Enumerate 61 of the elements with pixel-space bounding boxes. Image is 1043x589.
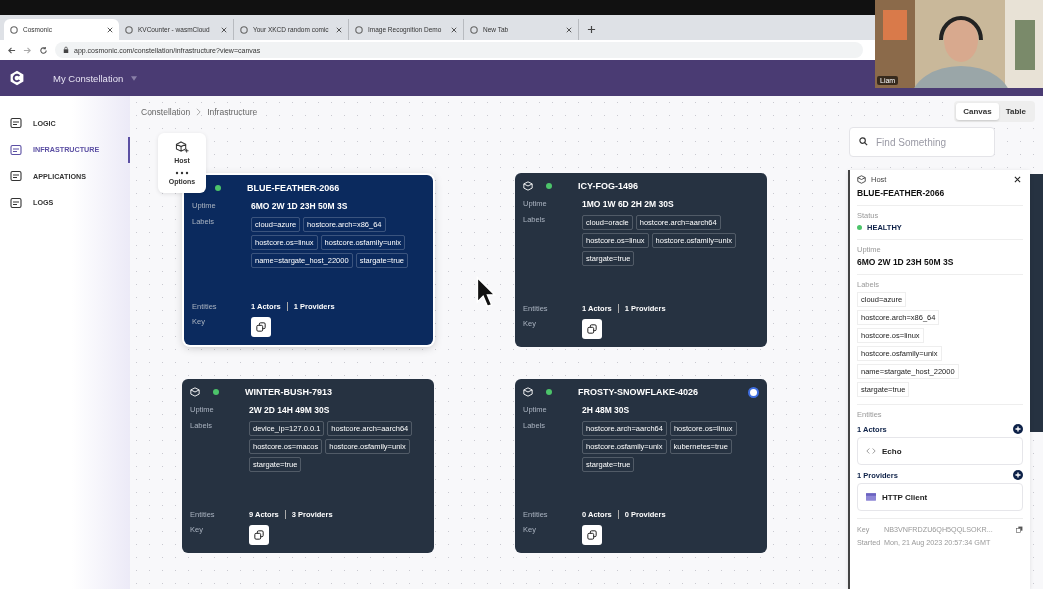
new-tab-icon[interactable] — [587, 25, 596, 34]
breadcrumb-link[interactable]: Constellation — [141, 106, 191, 117]
back-icon[interactable] — [7, 45, 16, 55]
caret-icon[interactable] — [131, 75, 138, 81]
logo-icon[interactable] — [9, 70, 25, 86]
pointer-cursor-icon — [476, 276, 496, 308]
status-dot — [546, 389, 552, 395]
uptime-value: 2H 48M 30S — [582, 405, 630, 415]
add-icon[interactable] — [1013, 470, 1023, 480]
nav-icon — [10, 196, 22, 209]
ellipsis-icon — [175, 171, 189, 176]
status-dot — [546, 183, 552, 189]
copy-button[interactable] — [582, 525, 602, 545]
add-icon[interactable] — [1013, 424, 1023, 434]
close-icon[interactable] — [566, 26, 572, 33]
nav-icon — [10, 117, 22, 130]
uptime-value: 1MO 1W 6D 2H 2M 30S — [582, 199, 674, 209]
breadcrumb-link[interactable]: Infrastructure — [207, 106, 258, 117]
search-field[interactable]: Find Something — [849, 127, 995, 157]
cube-icon — [523, 387, 533, 397]
copy-button[interactable] — [251, 317, 271, 337]
copy-button[interactable] — [249, 525, 269, 545]
close-icon[interactable] — [451, 26, 457, 33]
host-name: BLUE-FEATHER-2066 — [857, 188, 946, 198]
nav-icon — [10, 170, 22, 183]
copy-icon — [254, 530, 264, 540]
actor-item[interactable]: Echo — [857, 437, 1023, 465]
window-icon — [866, 493, 876, 501]
cube-icon — [857, 175, 866, 184]
host-name: BLUE-FEATHER-2066 — [247, 183, 341, 193]
host-name: ICY-FOG-1496 — [578, 181, 640, 191]
close-icon[interactable] — [1014, 176, 1021, 183]
uptime-value: 2W 2D 14H 49M 30S — [249, 405, 330, 415]
status-dot — [215, 185, 221, 191]
chevron-icon — [196, 107, 202, 116]
copy-button[interactable] — [582, 319, 602, 339]
copy-icon — [587, 324, 597, 334]
nav-icon — [10, 143, 22, 156]
host-name: FROSTY-SNOWFLAKE-4026 — [578, 387, 699, 397]
cube-icon — [190, 387, 200, 397]
view-tab[interactable]: Canvas — [956, 103, 999, 120]
copy-icon[interactable] — [1016, 526, 1023, 533]
reload-icon[interactable] — [39, 45, 48, 55]
uptime-value: 6MO 2W 1D 23H 50M 3S — [251, 201, 348, 211]
cube-icon — [523, 181, 533, 191]
status-dot — [857, 225, 862, 230]
uptime-value: 6MO 2W 1D 23H 50M 3S — [857, 257, 955, 267]
copy-icon — [587, 530, 597, 540]
close-icon[interactable] — [336, 26, 342, 33]
copy-icon — [256, 322, 266, 332]
close-icon[interactable] — [107, 26, 113, 33]
workspace-selector[interactable]: My Constellation — [53, 72, 124, 84]
cube-plus-icon — [175, 140, 189, 154]
lock-icon — [63, 46, 69, 54]
code-icon — [866, 447, 876, 455]
view-tab[interactable]: Table — [998, 103, 1033, 120]
close-icon[interactable] — [221, 26, 227, 33]
host-name: WINTER-BUSH-7913 — [245, 387, 333, 397]
search-icon — [859, 137, 868, 146]
provider-item[interactable]: HTTP Client — [857, 483, 1023, 511]
status-dot — [213, 389, 219, 395]
